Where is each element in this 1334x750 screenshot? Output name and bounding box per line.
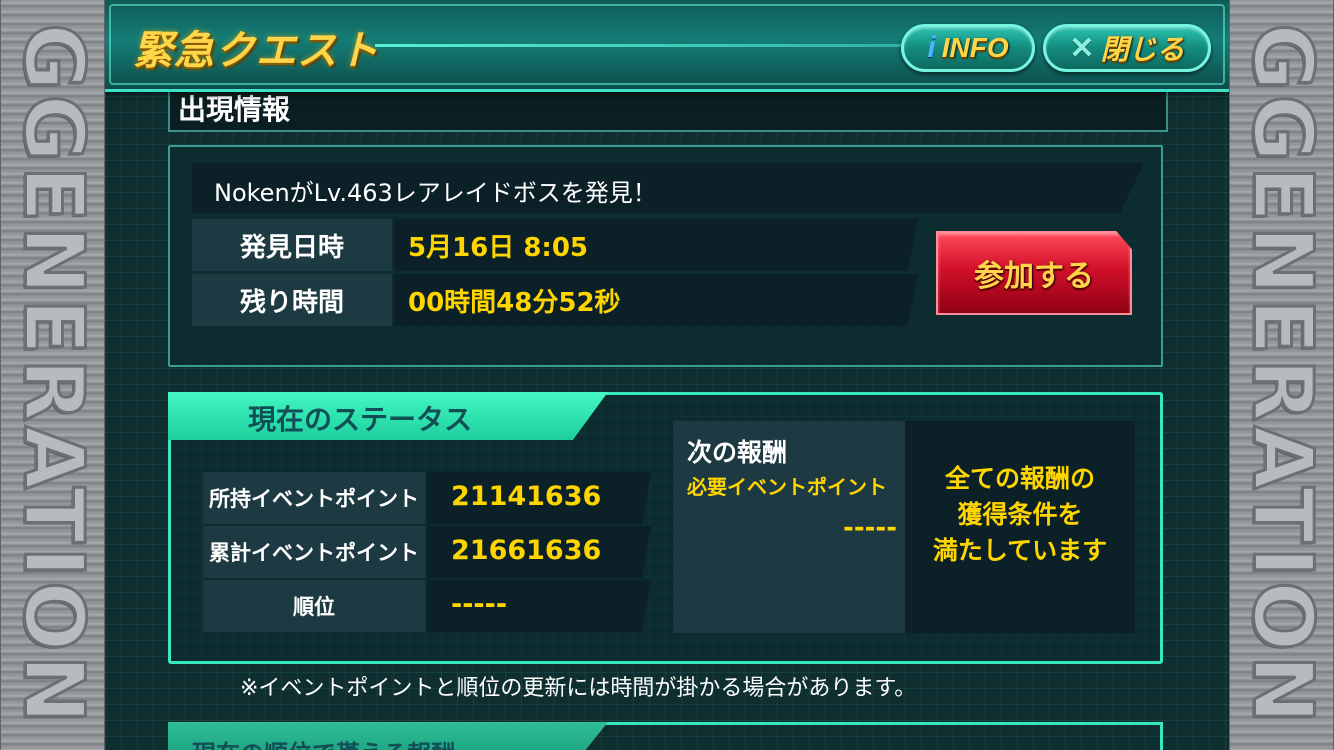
- side-logo-right: GGENERATION: [1234, 21, 1332, 728]
- total-points-row: 累計イベントポイント 21661636: [203, 526, 653, 578]
- rank-value: -----: [451, 589, 508, 620]
- rank-reward-tab: 現在の順位で貰える報酬: [168, 722, 608, 750]
- rank-reward-section-title: 現在の順位で貰える報酬: [192, 734, 455, 750]
- all-rewards-line-3: 満たしています: [932, 536, 1108, 565]
- header-divider-line: [375, 44, 989, 47]
- side-logo-text-right: GGENERATION: [1234, 21, 1332, 728]
- finder-bar: NokenがLv.463レアレイドボスを発見！: [192, 163, 1144, 213]
- appearance-panel: NokenがLv.463レアレイドボスを発見！ 発見日時 5月16日 8:05 …: [168, 145, 1163, 367]
- owned-points-row: 所持イベントポイント 21141636: [203, 472, 653, 524]
- remaining-time-label: 残り時間: [192, 274, 392, 326]
- join-button[interactable]: 参加する: [936, 231, 1132, 315]
- all-rewards-line-1: 全ての報酬の: [944, 464, 1095, 493]
- total-points-label: 累計イベントポイント: [203, 526, 425, 578]
- side-logo-text-left: GGENERATION: [5, 21, 103, 728]
- remaining-time-row: 残り時間 00時間48分52秒: [192, 274, 918, 326]
- rank-label: 順位: [203, 580, 425, 632]
- status-tab: 現在のステータス: [168, 392, 608, 440]
- status-section-title: 現在のステータス: [248, 403, 473, 436]
- close-button-label: 閉じる: [1100, 34, 1185, 65]
- next-reward-box: 次の報酬 必要イベントポイント ----- 全ての報酬の 獲得条件を 満たしてい…: [673, 421, 1135, 633]
- remaining-time-value: 00時間48分52秒: [408, 288, 621, 318]
- rank-reward-panel: 現在の順位で貰える報酬: [168, 722, 1163, 750]
- found-time-label: 発見日時: [192, 219, 392, 271]
- close-button[interactable]: ✕ 閉じる: [1043, 24, 1211, 72]
- left-side-panel: GGENERATION: [0, 0, 105, 750]
- owned-points-value: 21141636: [451, 481, 602, 512]
- info-button[interactable]: i INFO: [901, 24, 1035, 72]
- page-title: 緊急クエスト: [133, 27, 379, 74]
- rank-row: 順位 -----: [203, 580, 653, 632]
- found-time-row: 発見日時 5月16日 8:05: [192, 219, 918, 271]
- appearance-section-title: 出現情報: [178, 93, 291, 126]
- info-icon: i: [927, 31, 936, 64]
- required-points-label: 必要イベントポイント: [687, 475, 887, 499]
- header-bar: 緊急クエスト i INFO ✕ 閉じる: [105, 0, 1229, 92]
- info-button-label: INFO: [941, 32, 1009, 63]
- finder-message: NokenがLv.463レアレイドボスを発見！: [214, 179, 657, 207]
- total-points-value: 21661636: [451, 535, 602, 566]
- next-reward-info: 次の報酬 必要イベントポイント -----: [673, 421, 905, 633]
- status-panel: 現在のステータス 所持イベントポイント 21141636 累計イベントポイント …: [168, 392, 1163, 664]
- required-points-value: -----: [843, 513, 897, 543]
- side-logo-left: GGENERATION: [5, 21, 103, 728]
- close-icon: ✕: [1069, 31, 1095, 65]
- next-reward-title: 次の報酬: [687, 438, 788, 467]
- appearance-section-header: 出現情報: [168, 88, 1168, 132]
- all-rewards-line-2: 獲得条件を: [957, 500, 1083, 529]
- right-side-panel: GGENERATION: [1229, 0, 1334, 750]
- owned-points-label: 所持イベントポイント: [203, 472, 425, 524]
- all-rewards-message: 全ての報酬の 獲得条件を 満たしています: [905, 461, 1135, 569]
- update-note: ※イベントポイントと順位の更新には時間が掛かる場合があります。: [240, 676, 917, 701]
- found-time-value: 5月16日 8:05: [408, 233, 588, 263]
- main-area: 出現情報 緊急クエスト i INFO ✕ 閉じる NokenがLv.463レアレ…: [105, 0, 1229, 750]
